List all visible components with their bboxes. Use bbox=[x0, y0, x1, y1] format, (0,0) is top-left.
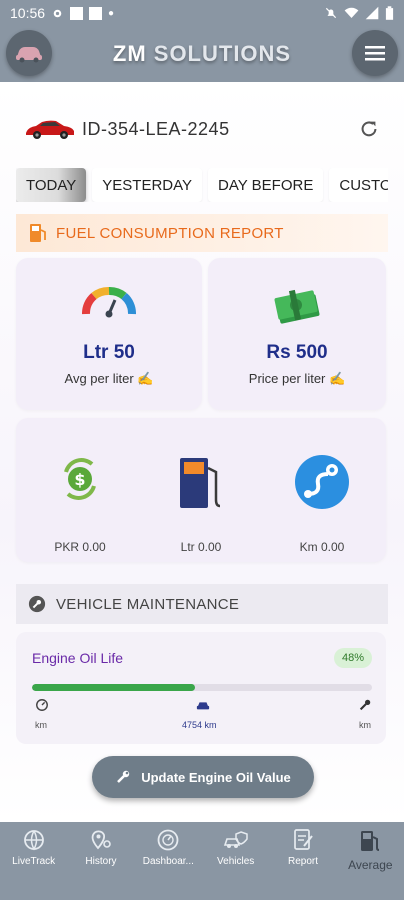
app-header: ZM SOLUTIONS bbox=[0, 26, 404, 82]
map-pin-icon bbox=[91, 830, 111, 850]
settings-status-icon bbox=[53, 9, 62, 17]
status-bar: 10:56 ● bbox=[0, 0, 404, 26]
dashboard-icon bbox=[157, 829, 179, 851]
vehicle-row: ID-354-LEA-2245 bbox=[24, 112, 380, 146]
car-small-icon bbox=[196, 702, 210, 710]
oil-life-progress bbox=[32, 684, 372, 691]
liters-stat: Ltr 0.00 bbox=[141, 418, 261, 562]
nav-report-label: Report bbox=[287, 856, 318, 867]
globe-icon bbox=[23, 830, 44, 851]
oil-mid-label: 4754 km bbox=[182, 720, 217, 730]
wrench-circle-icon bbox=[28, 595, 46, 613]
distance-stat-label: Km 0.00 bbox=[299, 540, 345, 554]
price-value: Rs 500 bbox=[266, 342, 328, 363]
oil-percent-badge: 48% bbox=[333, 648, 372, 668]
speedometer-icon bbox=[36, 699, 48, 711]
vehicle-select-button[interactable] bbox=[6, 30, 52, 76]
cost-stat: $ PKR 0.00 bbox=[20, 418, 140, 562]
report-icon bbox=[294, 829, 313, 850]
vehicles-icon bbox=[223, 831, 248, 848]
fuel-pump-small-icon bbox=[30, 224, 46, 242]
nav-average[interactable]: Average bbox=[337, 822, 404, 878]
wrench-button-icon bbox=[117, 770, 130, 783]
dot-icon: ● bbox=[108, 7, 115, 19]
money-stack-icon bbox=[274, 289, 320, 324]
update-engine-oil-label: Update Engine Oil Value bbox=[141, 769, 291, 785]
main-content: ID-354-LEA-2245 TODAY YESTERDAY DAY BEFO… bbox=[0, 82, 404, 822]
bottom-navigation: LiveTrack History Dashboar... Vehicles R… bbox=[0, 822, 404, 878]
svg-text:$: $ bbox=[74, 470, 85, 489]
app-title: ZM SOLUTIONS bbox=[113, 41, 291, 67]
tab-yesterday[interactable]: YESTERDAY bbox=[92, 168, 203, 202]
notification-icon-2 bbox=[89, 6, 103, 20]
signal-icon bbox=[365, 6, 379, 20]
oil-life-progress-fill bbox=[32, 684, 196, 691]
nav-livetrack[interactable]: LiveTrack bbox=[0, 822, 67, 878]
nav-vehicles[interactable]: Vehicles bbox=[202, 822, 269, 878]
route-icon bbox=[295, 455, 349, 509]
nav-vehicles-label: Vehicles bbox=[217, 856, 255, 867]
wifi-icon bbox=[344, 7, 359, 18]
oil-left-label: km bbox=[35, 720, 47, 730]
date-tabs: TODAY YESTERDAY DAY BEFORE CUSTO bbox=[16, 168, 388, 202]
oil-right-label: km bbox=[359, 720, 371, 730]
money-refresh-icon: $ bbox=[64, 458, 96, 500]
battery-icon bbox=[385, 5, 394, 20]
nav-report[interactable]: Report bbox=[269, 822, 336, 878]
nav-dashboard[interactable]: Dashboar... bbox=[135, 822, 202, 878]
hamburger-icon bbox=[365, 46, 385, 61]
system-navigation-bar bbox=[0, 878, 404, 900]
app-title-sub: SOLUTIONS bbox=[153, 41, 292, 66]
nav-history-label: History bbox=[85, 856, 117, 867]
tab-today[interactable]: TODAY bbox=[16, 168, 87, 202]
liters-stat-label: Ltr 0.00 bbox=[180, 540, 222, 554]
red-car-icon bbox=[26, 120, 74, 139]
fuel-report-title: FUEL CONSUMPTION REPORT bbox=[56, 224, 284, 242]
gauge-icon bbox=[82, 287, 136, 318]
fuel-report-header: FUEL CONSUMPTION REPORT bbox=[16, 214, 388, 252]
refresh-icon[interactable] bbox=[358, 118, 380, 140]
engine-oil-title: Engine Oil Life bbox=[32, 650, 124, 666]
fuel-station-icon bbox=[361, 831, 380, 851]
vehicle-maintenance-title: VEHICLE MAINTENANCE bbox=[56, 595, 240, 613]
wrench-icon bbox=[359, 699, 371, 711]
engine-oil-card: Engine Oil Life 48% km 4754 km km bbox=[16, 632, 386, 744]
price-label: Price per liter ✍️ bbox=[248, 371, 346, 386]
update-engine-oil-button[interactable]: Update Engine Oil Value bbox=[92, 756, 314, 798]
menu-button[interactable] bbox=[352, 30, 398, 76]
notification-icon bbox=[70, 6, 84, 20]
nav-livetrack-label: LiveTrack bbox=[12, 856, 56, 867]
vehicle-id: ID-354-LEA-2245 bbox=[82, 118, 230, 139]
price-per-liter-card[interactable]: Rs 500 Price per liter ✍️ bbox=[208, 258, 386, 410]
tab-day-before[interactable]: DAY BEFORE bbox=[208, 168, 324, 202]
status-time: 10:56 bbox=[10, 5, 46, 21]
app-title-main: ZM bbox=[112, 41, 154, 66]
nav-dashboard-label: Dashboar... bbox=[142, 856, 194, 867]
fuel-pump-icon bbox=[180, 458, 221, 508]
nav-history[interactable]: History bbox=[67, 822, 134, 878]
mute-icon bbox=[325, 7, 337, 19]
vehicle-maintenance-header: VEHICLE MAINTENANCE bbox=[16, 584, 388, 624]
fuel-stats-card: $ PKR 0.00 Ltr 0.00 Km 0.00 bbox=[16, 418, 386, 562]
distance-stat: Km 0.00 bbox=[262, 418, 382, 562]
cost-stat-label: PKR 0.00 bbox=[54, 540, 106, 554]
avg-value: Ltr 50 bbox=[83, 342, 135, 363]
car-icon bbox=[16, 47, 42, 63]
avg-per-liter-card[interactable]: Ltr 50 Avg per liter ✍️ bbox=[16, 258, 202, 410]
avg-label: Avg per liter ✍️ bbox=[64, 371, 154, 386]
nav-average-label: Average bbox=[348, 858, 393, 872]
tab-custom[interactable]: CUSTO bbox=[329, 168, 388, 202]
